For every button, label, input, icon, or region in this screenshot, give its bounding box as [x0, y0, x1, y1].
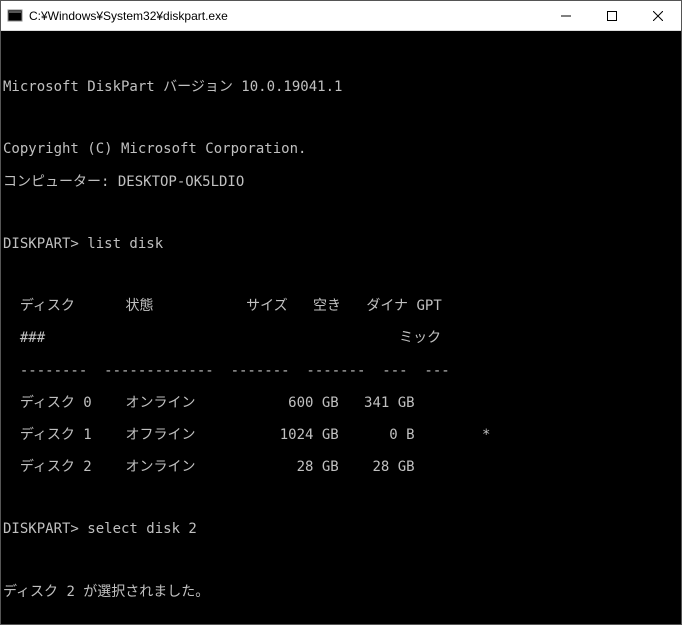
close-button[interactable]: [635, 1, 681, 30]
maximize-button[interactable]: [589, 1, 635, 30]
table-row: ディスク 0 オンライン 600 GB 341 GB: [3, 395, 679, 411]
table-header-1: ディスク 状態 サイズ 空き ダイナ GPT: [3, 298, 679, 314]
titlebar[interactable]: C:¥Windows¥System32¥diskpart.exe: [1, 1, 681, 31]
prompt-select-disk: DISKPART> select disk 2: [3, 521, 679, 537]
app-icon: [7, 8, 23, 24]
copyright-line: Copyright (C) Microsoft Corporation.: [3, 141, 679, 157]
table-row: ディスク 1 オフライン 1024 GB 0 B *: [3, 427, 679, 443]
terminal-output[interactable]: Microsoft DiskPart バージョン 10.0.19041.1 Co…: [1, 31, 681, 624]
table-header-2: ### ミック: [3, 330, 679, 346]
msg-disk-selected: ディスク 2 が選択されました。: [3, 584, 679, 600]
table-row: ディスク 2 オンライン 28 GB 28 GB: [3, 459, 679, 475]
minimize-button[interactable]: [543, 1, 589, 30]
computer-line: コンピューター: DESKTOP-OK5LDIO: [3, 174, 679, 190]
prompt-list-disk: DISKPART> list disk: [3, 236, 679, 252]
table-separator: -------- ------------- ------- ------- -…: [3, 363, 679, 379]
window-title: C:¥Windows¥System32¥diskpart.exe: [29, 9, 543, 23]
version-line: Microsoft DiskPart バージョン 10.0.19041.1: [3, 79, 679, 95]
window-controls: [543, 1, 681, 30]
diskpart-window: C:¥Windows¥System32¥diskpart.exe Microso…: [0, 0, 682, 625]
